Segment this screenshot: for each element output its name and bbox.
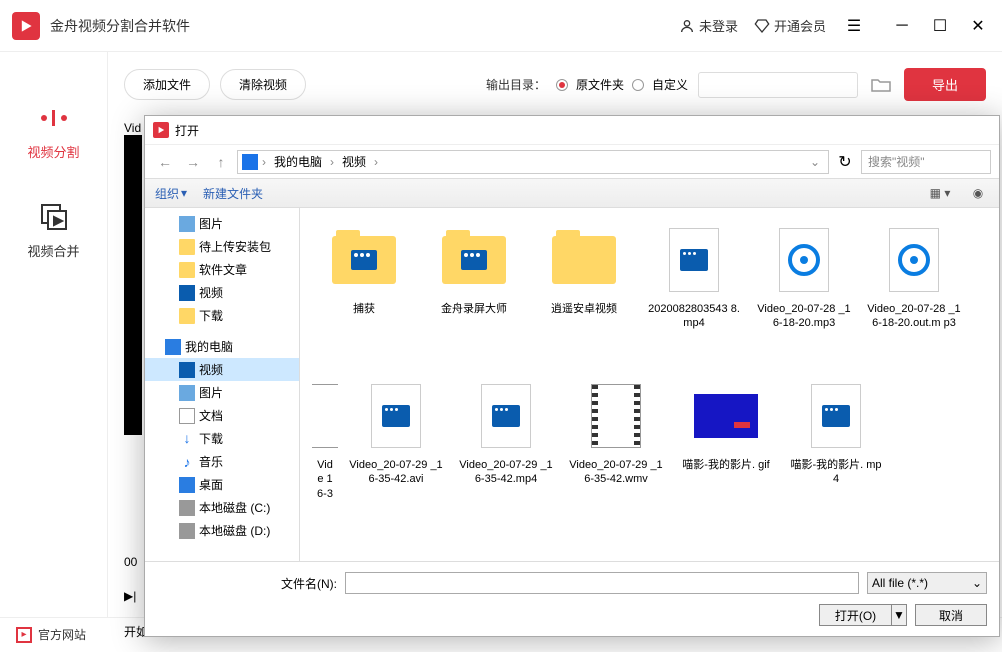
radio-original[interactable] xyxy=(556,79,568,91)
file-icon xyxy=(658,224,730,296)
file-item[interactable]: 2020082803543 8.mp4 xyxy=(642,220,746,370)
website-icon: ▸ xyxy=(16,627,32,643)
tree-item[interactable]: 图片 xyxy=(145,212,299,235)
file-icon xyxy=(312,380,338,452)
diamond-icon xyxy=(754,18,770,34)
pc-icon xyxy=(242,154,258,170)
search-input[interactable]: 搜索"视频" xyxy=(861,150,991,174)
output-path-input[interactable] xyxy=(698,72,858,98)
clear-video-button[interactable]: 清除视频 xyxy=(220,69,306,100)
sidebar: 视频分割 视频合并 xyxy=(0,52,108,617)
app-logo xyxy=(12,12,40,40)
breadcrumb[interactable]: › 我的电脑 › 视频 › ⌄ xyxy=(237,150,829,174)
tree-item[interactable]: 本地磁盘 (C:) xyxy=(145,496,299,519)
file-item[interactable]: 捕获 xyxy=(312,220,416,370)
open-dialog: 打开 ← → ↑ › 我的电脑 › 视频 › ⌄ ↻ 搜索"视频" 组织 ▾ 新… xyxy=(144,115,1000,637)
dialog-logo xyxy=(153,122,169,138)
tree-item[interactable]: 图片 xyxy=(145,381,299,404)
filename-label: 文件名(N): xyxy=(157,575,337,592)
menu-icon[interactable]: ☰ xyxy=(842,14,866,38)
minimize-button[interactable]: ─ xyxy=(890,14,914,38)
dialog-toolbar: 组织 ▾ 新建文件夹 ▦ ▾ ◉ xyxy=(145,178,999,208)
file-item[interactable]: 逍遥安卓视频 xyxy=(532,220,636,370)
tree-item-pc[interactable]: 我的电脑 xyxy=(145,335,299,358)
tree-item[interactable]: 文档 xyxy=(145,404,299,427)
file-item[interactable]: Video_20-07-28 _16-18-20.mp3 xyxy=(752,220,856,370)
file-icon xyxy=(470,380,542,452)
radio-custom[interactable] xyxy=(632,79,644,91)
sidebar-item-merge[interactable]: 视频合并 xyxy=(0,181,107,280)
vip-button[interactable]: 开通会员 xyxy=(754,16,826,35)
file-icon xyxy=(878,224,950,296)
file-grid[interactable]: 捕获金舟录屏大师逍遥安卓视频2020082803543 8.mp4Video_2… xyxy=(300,208,999,561)
organize-button[interactable]: 组织 ▾ xyxy=(155,185,187,202)
titlebar: 金舟视频分割合并软件 未登录 开通会员 ☰ ─ ☐ ✕ xyxy=(0,0,1002,52)
dialog-titlebar: 打开 xyxy=(145,116,999,144)
nav-forward-button[interactable]: → xyxy=(181,150,205,174)
login-button[interactable]: 未登录 xyxy=(679,16,738,35)
folder-tree[interactable]: 图片待上传安装包软件文章视频下载我的电脑视频图片文档↓下载♪音乐桌面本地磁盘 (… xyxy=(145,208,300,561)
file-icon xyxy=(580,380,652,452)
new-folder-button[interactable]: 新建文件夹 xyxy=(203,185,263,202)
nav-back-button[interactable]: ← xyxy=(153,150,177,174)
tree-item[interactable]: 视频 xyxy=(145,358,299,381)
file-item[interactable]: 喵影-我的影片. mp4 xyxy=(784,376,888,526)
filename-input[interactable] xyxy=(345,572,859,594)
merge-icon xyxy=(38,201,70,233)
tree-item[interactable]: 视频 xyxy=(145,281,299,304)
app-title: 金舟视频分割合并软件 xyxy=(50,16,190,36)
open-dropdown[interactable]: ▼ xyxy=(891,604,907,626)
file-item[interactable]: Video_20-07-29 _16-35-42.wmv xyxy=(564,376,668,526)
tree-item[interactable]: ♪音乐 xyxy=(145,450,299,473)
file-icon xyxy=(438,224,510,296)
file-icon xyxy=(690,380,762,452)
tree-item[interactable]: 下载 xyxy=(145,304,299,327)
help-button[interactable]: ◉ xyxy=(967,182,989,204)
refresh-button[interactable]: ↻ xyxy=(833,150,857,174)
cancel-button[interactable]: 取消 xyxy=(915,604,987,626)
tree-item[interactable]: 桌面 xyxy=(145,473,299,496)
file-icon xyxy=(328,224,400,296)
dialog-nav: ← → ↑ › 我的电脑 › 视频 › ⌄ ↻ 搜索"视频" xyxy=(145,144,999,178)
maximize-button[interactable]: ☐ xyxy=(928,14,952,38)
sidebar-item-split[interactable]: 视频分割 xyxy=(0,82,107,181)
tree-item[interactable]: ↓下载 xyxy=(145,427,299,450)
add-file-button[interactable]: 添加文件 xyxy=(124,69,210,100)
file-item[interactable]: Video_20-07-29 _16-35-42.mp4 xyxy=(454,376,558,526)
file-item[interactable]: 金舟录屏大师 xyxy=(422,220,526,370)
user-icon xyxy=(679,18,695,34)
export-button[interactable]: 导出 xyxy=(904,68,986,101)
file-item[interactable]: Vide 16-3 xyxy=(312,376,338,526)
file-item[interactable]: Video_20-07-29 _16-35-42.avi xyxy=(344,376,448,526)
close-button[interactable]: ✕ xyxy=(966,14,990,38)
file-item[interactable]: Video_20-07-28 _16-18-20.out.m p3 xyxy=(862,220,966,370)
file-icon xyxy=(548,224,620,296)
file-icon xyxy=(360,380,432,452)
split-icon xyxy=(38,102,70,134)
video-preview xyxy=(124,135,142,435)
tree-item[interactable]: 软件文章 xyxy=(145,258,299,281)
website-link[interactable]: 官方网站 xyxy=(38,626,86,643)
file-item[interactable]: 喵影-我的影片. gif xyxy=(674,376,778,526)
tree-item[interactable]: 本地磁盘 (D:) xyxy=(145,519,299,542)
output-label: 输出目录： xyxy=(486,76,546,93)
file-icon xyxy=(800,380,872,452)
toolbar: 添加文件 清除视频 输出目录： 原文件夹 自定义 导出 xyxy=(124,68,986,101)
view-mode-button[interactable]: ▦ ▾ xyxy=(929,182,951,204)
browse-folder-button[interactable] xyxy=(868,72,894,98)
tree-item[interactable]: 待上传安装包 xyxy=(145,235,299,258)
nav-up-button[interactable]: ↑ xyxy=(209,150,233,174)
open-button[interactable]: 打开(O) xyxy=(819,604,891,626)
breadcrumb-dropdown[interactable]: ⌄ xyxy=(806,155,824,169)
filetype-filter[interactable]: All file (*.*)⌄ xyxy=(867,572,987,594)
file-icon xyxy=(768,224,840,296)
